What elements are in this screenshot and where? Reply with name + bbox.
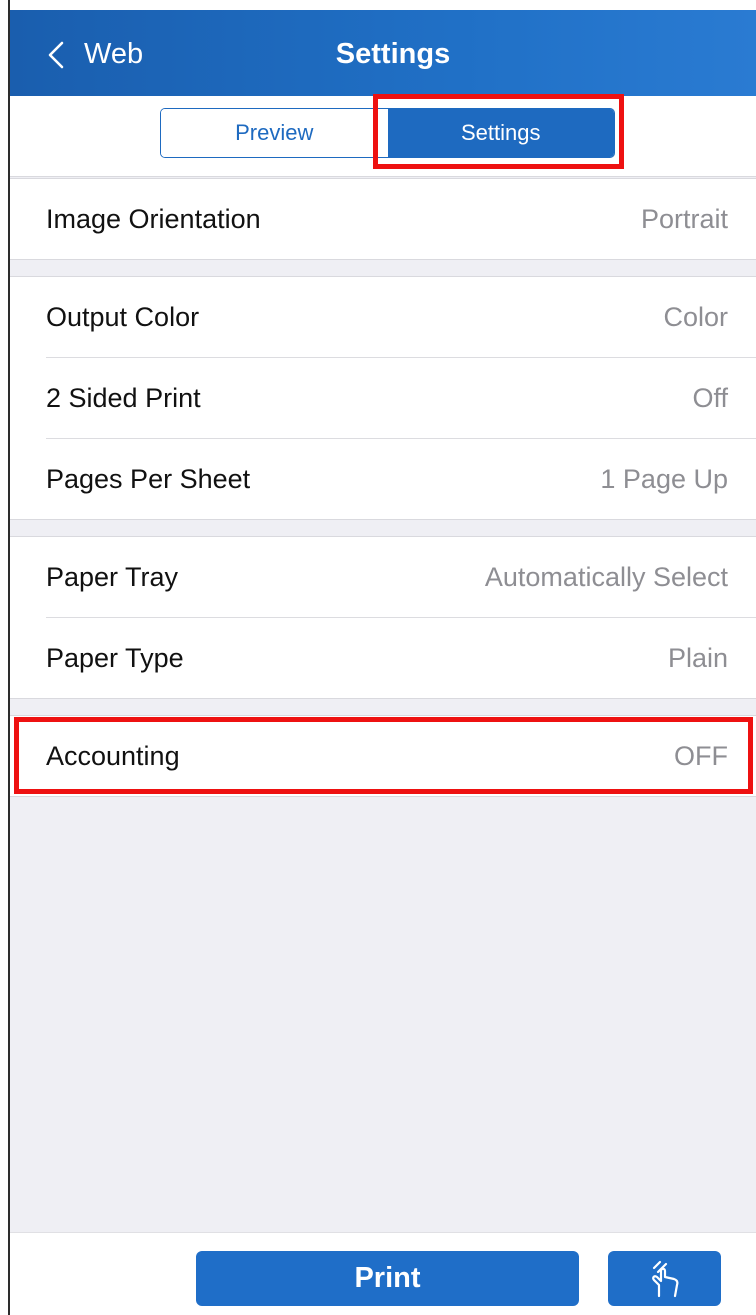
- frame-left-edge: [0, 0, 10, 1315]
- settings-group-output: Output Color Color 2 Sided Print Off Pag…: [10, 276, 756, 520]
- row-2-sided-print[interactable]: 2 Sided Print Off: [46, 357, 756, 438]
- row-paper-type[interactable]: Paper Type Plain: [46, 617, 756, 698]
- row-value: Automatically Select: [484, 561, 728, 592]
- row-label: Output Color: [46, 301, 200, 332]
- hand-touch-icon: [651, 1260, 678, 1297]
- row-value: 1 Page Up: [600, 463, 728, 494]
- row-pages-per-sheet[interactable]: Pages Per Sheet 1 Page Up: [46, 438, 756, 519]
- row-image-orientation[interactable]: Image Orientation Portrait: [46, 179, 756, 259]
- settings-group-paper: Paper Tray Automatically Select Paper Ty…: [10, 536, 756, 699]
- tab-preview[interactable]: Preview: [161, 109, 388, 157]
- tab-settings[interactable]: Settings: [387, 109, 614, 157]
- row-value: Portrait: [640, 203, 728, 234]
- row-value: Plain: [667, 642, 728, 673]
- settings-group-orientation: Image Orientation Portrait: [10, 178, 756, 260]
- row-value: OFF: [674, 740, 728, 771]
- row-label: 2 Sided Print: [46, 382, 201, 413]
- navigation-bar: Web Settings: [10, 10, 756, 96]
- row-label: Pages Per Sheet: [46, 463, 251, 494]
- row-output-color[interactable]: Output Color Color: [46, 277, 756, 357]
- row-accounting[interactable]: Accounting OFF: [46, 716, 756, 796]
- segment-bar: Preview Settings: [10, 96, 756, 177]
- app-screen: Web Settings Preview Settings Image Orie…: [0, 0, 756, 1315]
- settings-group-accounting: Accounting OFF: [10, 715, 756, 797]
- page-title: Settings: [335, 38, 451, 70]
- print-button[interactable]: Print: [196, 1251, 579, 1306]
- row-label: Paper Type: [46, 642, 184, 673]
- row-label: Paper Tray: [46, 561, 179, 592]
- row-label: Accounting: [46, 740, 180, 771]
- bottom-toolbar: Print: [10, 1232, 756, 1315]
- row-value: Color: [663, 301, 728, 332]
- row-value: Off: [692, 382, 728, 413]
- segmented-control: Preview Settings: [160, 108, 615, 158]
- frame-top-edge: [0, 0, 756, 10]
- nfc-touch-button[interactable]: [608, 1251, 721, 1306]
- row-label: Image Orientation: [46, 203, 261, 234]
- row-paper-tray[interactable]: Paper Tray Automatically Select: [46, 537, 756, 617]
